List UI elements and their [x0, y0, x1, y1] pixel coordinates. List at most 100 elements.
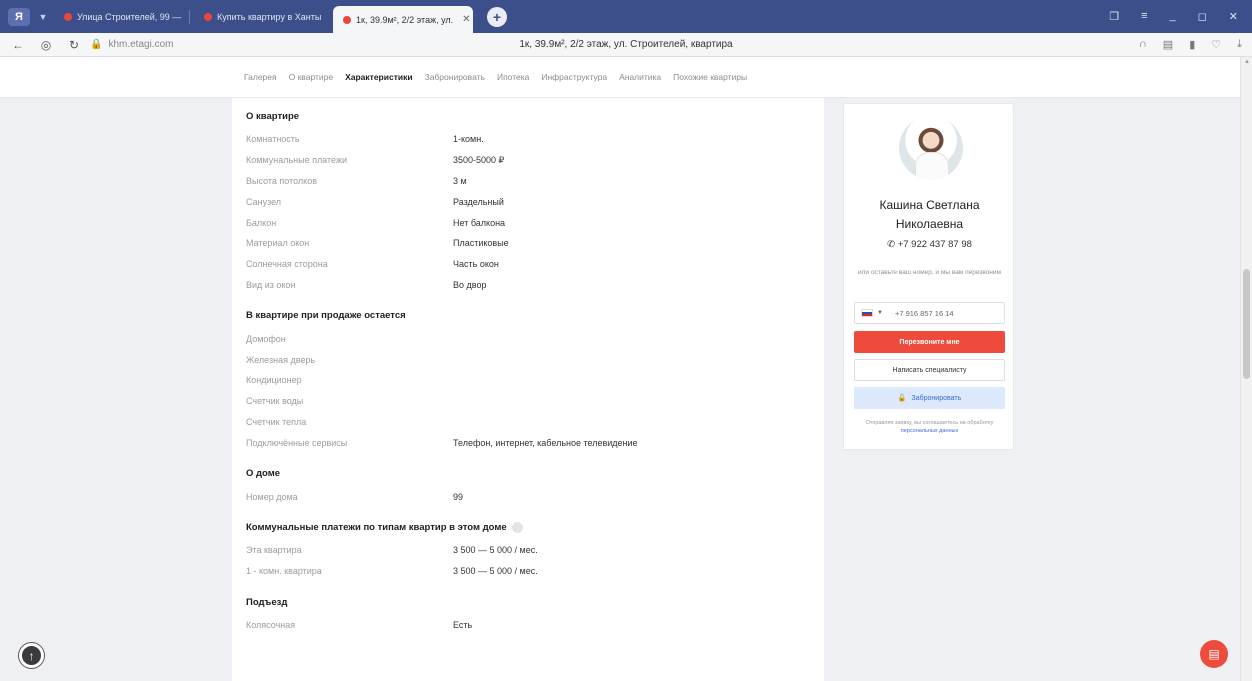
page-scrollbar[interactable]: ▲ [1240, 57, 1252, 681]
characteristic-row: Эта квартира 3 500 — 5 000 / мес. [246, 540, 810, 561]
characteristic-row: Номер дома 99 [246, 486, 810, 507]
shield-icon[interactable]: ◎ [36, 38, 56, 52]
characteristic-value: Нет балкона [453, 217, 506, 228]
characteristic-label: Материал окон [246, 238, 310, 249]
chat-button[interactable]: ▤ [1200, 640, 1228, 668]
browser-tab-bar: Я ▼ Улица Строителей, 99 — Купить кварти… [0, 0, 1252, 33]
callback-button[interactable]: Перезвоните мне [854, 331, 1005, 353]
tab-divider [189, 9, 190, 24]
scrollbar-thumb[interactable] [1243, 269, 1250, 379]
characteristic-label: Комнатность [246, 134, 300, 145]
characteristic-label: Вид из окон [246, 279, 296, 290]
nav-item-mortgage[interactable]: Ипотека [497, 72, 529, 82]
characteristic-row: Материал окон Пластиковые [246, 233, 810, 254]
browser-logo-icon[interactable]: Я [8, 7, 30, 26]
characteristic-row: Домофон [246, 328, 810, 349]
utilities-list: Эта квартира 3 500 — 5 000 / мес. 1 - комн… [246, 540, 810, 582]
bookmarks-icon[interactable]: ❐ [1109, 10, 1119, 23]
protect-icon[interactable]: ♡ [1211, 38, 1221, 51]
arrow-up-icon: ↑ [28, 648, 35, 663]
characteristic-label: Кондиционер [246, 375, 302, 386]
russia-flag-icon[interactable] [861, 309, 873, 317]
write-specialist-button[interactable]: Написать специалисту [854, 359, 1005, 381]
maximize-icon[interactable]: ◻ [1198, 10, 1207, 23]
tab-label: 1к, 39.9м², 2/2 этаж, ул. [356, 14, 454, 25]
nav-item-similar[interactable]: Похожие квартиры [673, 72, 747, 82]
book-button-label: Забронировать [911, 394, 962, 402]
reload-icon[interactable]: ↻ [64, 38, 84, 52]
nav-item-gallery[interactable]: Галерея [244, 72, 277, 82]
characteristic-label: Санузел [246, 196, 282, 207]
apartment-list: Комнатность 1-комн. Коммунальные платежи 35… [246, 129, 810, 295]
characteristic-label: Высота потолков [246, 175, 317, 186]
characteristic-value: Во двор [453, 279, 487, 290]
characteristic-row: Солнечная сторона Часть окон [246, 254, 810, 275]
close-tab-icon[interactable]: ✕ [462, 14, 470, 25]
characteristic-row: Подключённые сервисы Телефон, интернет, к… [246, 432, 810, 453]
phone-input-value[interactable]: +7 916 857 16 14 [895, 309, 954, 318]
nav-item-characteristics[interactable]: Характеристики [345, 72, 412, 82]
reader-icon[interactable]: ∩ [1139, 38, 1147, 51]
characteristic-value: 1-комн. [453, 134, 484, 145]
browser-tab[interactable]: Улица Строителей, 99 — [54, 5, 189, 29]
characteristic-label: Балкон [246, 217, 277, 228]
chevron-down-icon[interactable]: ▼ [36, 10, 50, 24]
info-icon[interactable] [511, 521, 523, 533]
back-icon[interactable]: ← [8, 38, 28, 52]
new-tab-icon[interactable]: + [487, 6, 507, 27]
lock-icon: 🔓 [897, 395, 907, 402]
characteristics-panel: О квартире Комнатность 1-комн. Коммунальны… [232, 98, 824, 681]
characteristic-value: 3 500 — 5 000 / мес. [453, 545, 538, 556]
page-title: 1к, 39.9м², 2/2 этаж, ул. Строителей, кв… [519, 39, 733, 50]
scroll-to-top-button[interactable]: ↑ [19, 643, 44, 668]
extensions-icon[interactable]: ▤ [1163, 38, 1173, 51]
entrance-list: Колясочная Есть [246, 615, 810, 636]
close-window-icon[interactable]: ✕ [1229, 10, 1238, 23]
minimize-icon[interactable]: _ [1170, 10, 1176, 23]
section-title-utilities: Коммунальные платежи по типам квартир в … [246, 521, 810, 533]
characteristic-row: Комнатность 1-комн. [246, 129, 810, 150]
agent-phone[interactable]: ✆ +7 922 437 87 98 [844, 239, 1015, 250]
phone-input[interactable]: ▼ +7 916 857 16 14 [854, 302, 1005, 324]
book-button[interactable]: 🔓 Забронировать [854, 387, 1005, 409]
browser-tab[interactable]: Купить квартиру в Ханты [194, 5, 329, 29]
nav-item-analytics[interactable]: Аналитика [619, 72, 661, 82]
characteristic-row: Вид из окон Во двор [246, 275, 810, 296]
characteristic-value: Телефон, интернет, кабельное телевидение [453, 437, 638, 448]
agent-phone-number[interactable]: +7 922 437 87 98 [898, 239, 972, 250]
chat-icon: ▤ [1208, 647, 1220, 661]
favicon-icon [204, 12, 212, 21]
nav-item-booking[interactable]: Забронировать [425, 72, 485, 82]
agent-name: Кашина Светлана Николаевна [879, 198, 980, 231]
characteristic-label: Коммунальные платежи [246, 155, 347, 166]
characteristic-value: 99 [453, 491, 464, 502]
bookmark-icon[interactable]: ▮ [1189, 38, 1195, 51]
url-field[interactable]: khm.etagi.com [108, 39, 173, 50]
scroll-up-icon[interactable]: ▲ [1244, 59, 1250, 65]
tab-label: Купить квартиру в Ханты [217, 11, 322, 22]
consent-text: Отправляя заявку, вы соглашаетесь на обр… [854, 419, 1005, 435]
callback-hint: или оставьте ваш номер, и мы вам перезво… [858, 269, 1001, 276]
personal-data-link[interactable]: персональных данных [901, 428, 958, 434]
characteristic-label: Подключённые сервисы [246, 437, 348, 448]
chevron-down-icon[interactable]: ▼ [877, 310, 883, 316]
characteristic-row: Балкон Нет балкона [246, 212, 810, 233]
characteristic-row: Высота потолков 3 м [246, 171, 810, 192]
avatar-figure [915, 152, 949, 180]
phone-icon: ✆ [887, 239, 896, 250]
address-bar-icons: ∩ ▤ ▮ ♡ ⤓ [1139, 38, 1242, 51]
characteristic-label: Колясочная [246, 619, 296, 630]
characteristic-value: 3 500 — 5 000 / мес. [453, 566, 538, 577]
menu-icon[interactable]: ≡ [1141, 10, 1147, 23]
nav-item-infrastructure[interactable]: Инфраструктура [541, 72, 607, 82]
characteristic-row: Санузел Раздельный [246, 191, 810, 212]
browser-tab-active[interactable]: 1к, 39.9м², 2/2 этаж, ул. ✕ [333, 6, 473, 33]
house-list: Номер дома 99 [246, 486, 810, 507]
characteristic-row: Счетчик воды [246, 391, 810, 412]
lock-icon[interactable]: 🔒 [90, 39, 102, 50]
nav-item-about[interactable]: О квартире [289, 72, 333, 82]
download-icon[interactable]: ⤓ [1237, 38, 1242, 51]
characteristic-row: Кондиционер [246, 370, 810, 391]
characteristic-row: 1 - комн. квартира 3 500 — 5 000 / мес. [246, 561, 810, 582]
characteristic-label: Эта квартира [246, 545, 302, 556]
